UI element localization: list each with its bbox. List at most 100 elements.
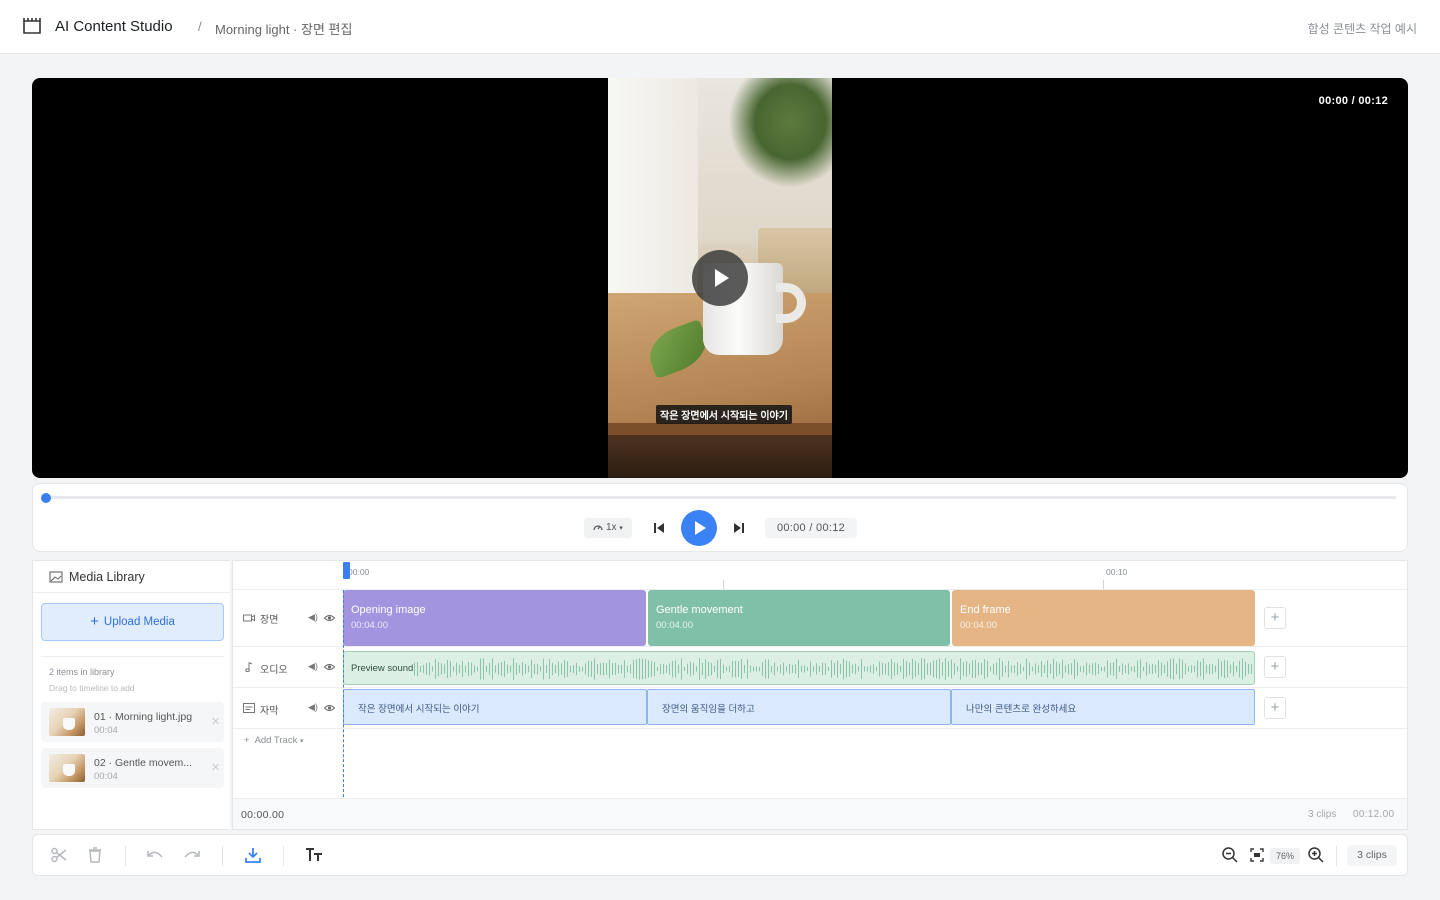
toolbar-divider: [1336, 846, 1337, 866]
chevron-down-icon: ▾: [619, 525, 623, 532]
zoom-out-icon[interactable]: [1221, 846, 1239, 864]
media-thumbnail: [49, 708, 85, 736]
add-track-button[interactable]: + Add Track ▾: [244, 735, 304, 746]
library-item-duration: 00:04: [94, 725, 118, 736]
video-preview[interactable]: 00:00 / 00:12 작은 장면에서 시작되는 이야기: [32, 78, 1408, 478]
play-icon[interactable]: [692, 250, 748, 306]
playhead-line: [343, 590, 344, 797]
clip-title: Gentle movement: [656, 604, 743, 616]
track-scene: 장면 ◀) Opening image 00:04.00 Gentle move…: [233, 590, 1407, 647]
playhead-handle[interactable]: [343, 562, 350, 579]
track-subtitle: 자막 ◀) 작은 장면에서 시작되는 이야기 장면의 움직임을 더하고 나만의 …: [233, 688, 1407, 729]
eye-icon[interactable]: [324, 614, 335, 622]
divider: [41, 656, 224, 657]
library-hint: Drag to timeline to add: [49, 683, 135, 693]
music-note-icon: [245, 662, 253, 672]
scene-clip[interactable]: End frame 00:04.00: [952, 590, 1255, 646]
add-clip-button[interactable]: +: [1264, 656, 1286, 678]
zoom-in-icon[interactable]: [1307, 846, 1325, 864]
subtitle-clip[interactable]: 장면의 움직임을 더하고: [647, 689, 951, 725]
subtitle-clip[interactable]: 나만의 콘텐츠로 완성하세요: [951, 689, 1255, 725]
preview-subtitle: 작은 장면에서 시작되는 이야기: [656, 405, 792, 424]
toolbar-divider: [125, 846, 126, 866]
track-label: 자막: [260, 706, 279, 717]
header-note: 합성 콘텐츠 작업 예시: [1307, 22, 1417, 36]
scene-clip[interactable]: Opening image 00:04.00: [343, 590, 646, 646]
trash-icon[interactable]: [86, 846, 104, 864]
library-count: 2 items in library: [49, 667, 115, 677]
timeline-current-time: 00:00.00: [241, 809, 285, 821]
ruler-tick: [1103, 580, 1104, 589]
app-title: AI Content Studio: [55, 18, 173, 35]
library-item[interactable]: 01 · Morning light.jpg 00:04 ✕: [41, 702, 224, 742]
subtitle-clip[interactable]: 작은 장면에서 시작되는 이야기: [343, 689, 647, 725]
clip-duration: 00:04.00: [351, 620, 388, 631]
fit-icon[interactable]: [1248, 846, 1266, 864]
ruler-label: 00:00: [348, 567, 370, 577]
undo-icon[interactable]: [146, 846, 164, 864]
upload-media-label: Upload Media: [103, 616, 175, 628]
timeline-total-time: 00:12.00: [1353, 809, 1395, 820]
media-library-title: Media Library: [69, 570, 145, 584]
breadcrumb[interactable]: Morning light · 장면 편집: [215, 19, 352, 38]
eye-icon[interactable]: [324, 663, 335, 671]
library-item-name: 01 · Morning light.jpg: [94, 711, 193, 723]
eye-icon[interactable]: [324, 704, 335, 712]
preview-timecode: 00:00 / 00:12: [1318, 95, 1388, 107]
subtitle-clip-text: 나만의 콘텐츠로 완성하세요: [966, 704, 1077, 715]
scene-clip[interactable]: Gentle movement 00:04.00: [648, 590, 950, 646]
redo-icon[interactable]: [183, 846, 201, 864]
speed-icon: [593, 525, 603, 531]
speed-button[interactable]: 1x ▾: [584, 518, 632, 538]
volume-icon[interactable]: ◀): [308, 612, 318, 623]
scrubber-handle[interactable]: [41, 493, 51, 503]
media-thumbnail: [49, 754, 85, 782]
volume-icon[interactable]: ◀): [308, 702, 318, 713]
add-track-label: Add Track: [254, 735, 298, 746]
player-controls: 1x ▾ 00:00 / 00:12: [32, 483, 1408, 552]
add-clip-button[interactable]: +: [1264, 697, 1286, 719]
library-item-name: 02 · Gentle movem...: [94, 757, 193, 769]
video-camera-icon: [243, 614, 255, 622]
audio-clip-label: Preview sound: [351, 663, 414, 674]
download-icon[interactable]: [244, 846, 262, 864]
text-icon[interactable]: [305, 846, 323, 864]
clapperboard-icon: [23, 18, 41, 34]
captions-icon: [243, 703, 255, 713]
breadcrumb-separator: /: [198, 19, 202, 34]
scrubber-track[interactable]: [46, 496, 1396, 499]
subtitle-clip-text: 작은 장면에서 시작되는 이야기: [358, 704, 480, 715]
plus-icon: +: [90, 613, 99, 630]
clip-duration: 00:04.00: [960, 620, 997, 631]
media-library-panel: Media Library + Upload Media 2 items in l…: [32, 560, 231, 830]
skip-forward-icon[interactable]: [732, 521, 746, 535]
close-icon[interactable]: ✕: [211, 715, 220, 728]
app-header: AI Content Studio / Morning light · 장면 편…: [0, 0, 1440, 54]
toolbar-divider: [222, 846, 223, 866]
audio-clip[interactable]: Preview sound: [343, 651, 1255, 685]
library-item[interactable]: 02 · Gentle movem... 00:04 ✕: [41, 748, 224, 788]
add-clip-button[interactable]: +: [1264, 607, 1286, 629]
upload-media-button[interactable]: + Upload Media: [41, 603, 224, 641]
ruler-label: 00:10: [1106, 567, 1128, 577]
edit-toolbar: 76% 3 clips: [32, 834, 1408, 876]
play-button[interactable]: [681, 510, 717, 546]
clip-duration: 00:04.00: [656, 620, 693, 631]
image-icon: [49, 571, 63, 583]
media-library-header: Media Library: [33, 561, 231, 593]
scissors-icon[interactable]: [50, 846, 68, 864]
library-item-duration: 00:04: [94, 771, 118, 782]
timeline-ruler[interactable]: 00:00 00:10: [233, 561, 1407, 590]
player-time: 00:00 / 00:12: [765, 518, 857, 538]
track-label: 오디오: [260, 665, 288, 676]
ruler-tick: [723, 580, 724, 589]
close-icon[interactable]: ✕: [211, 761, 220, 774]
volume-icon[interactable]: ◀): [308, 661, 318, 672]
clip-title: Opening image: [351, 604, 426, 616]
subtitle-clip-text: 장면의 움직임을 더하고: [662, 704, 755, 715]
track-label: 장면: [260, 615, 279, 626]
chevron-down-icon: ▾: [299, 738, 304, 745]
skip-back-icon[interactable]: [652, 521, 666, 535]
plus-icon: +: [244, 735, 250, 746]
timeline-clip-count: 3 clips: [1308, 809, 1337, 820]
